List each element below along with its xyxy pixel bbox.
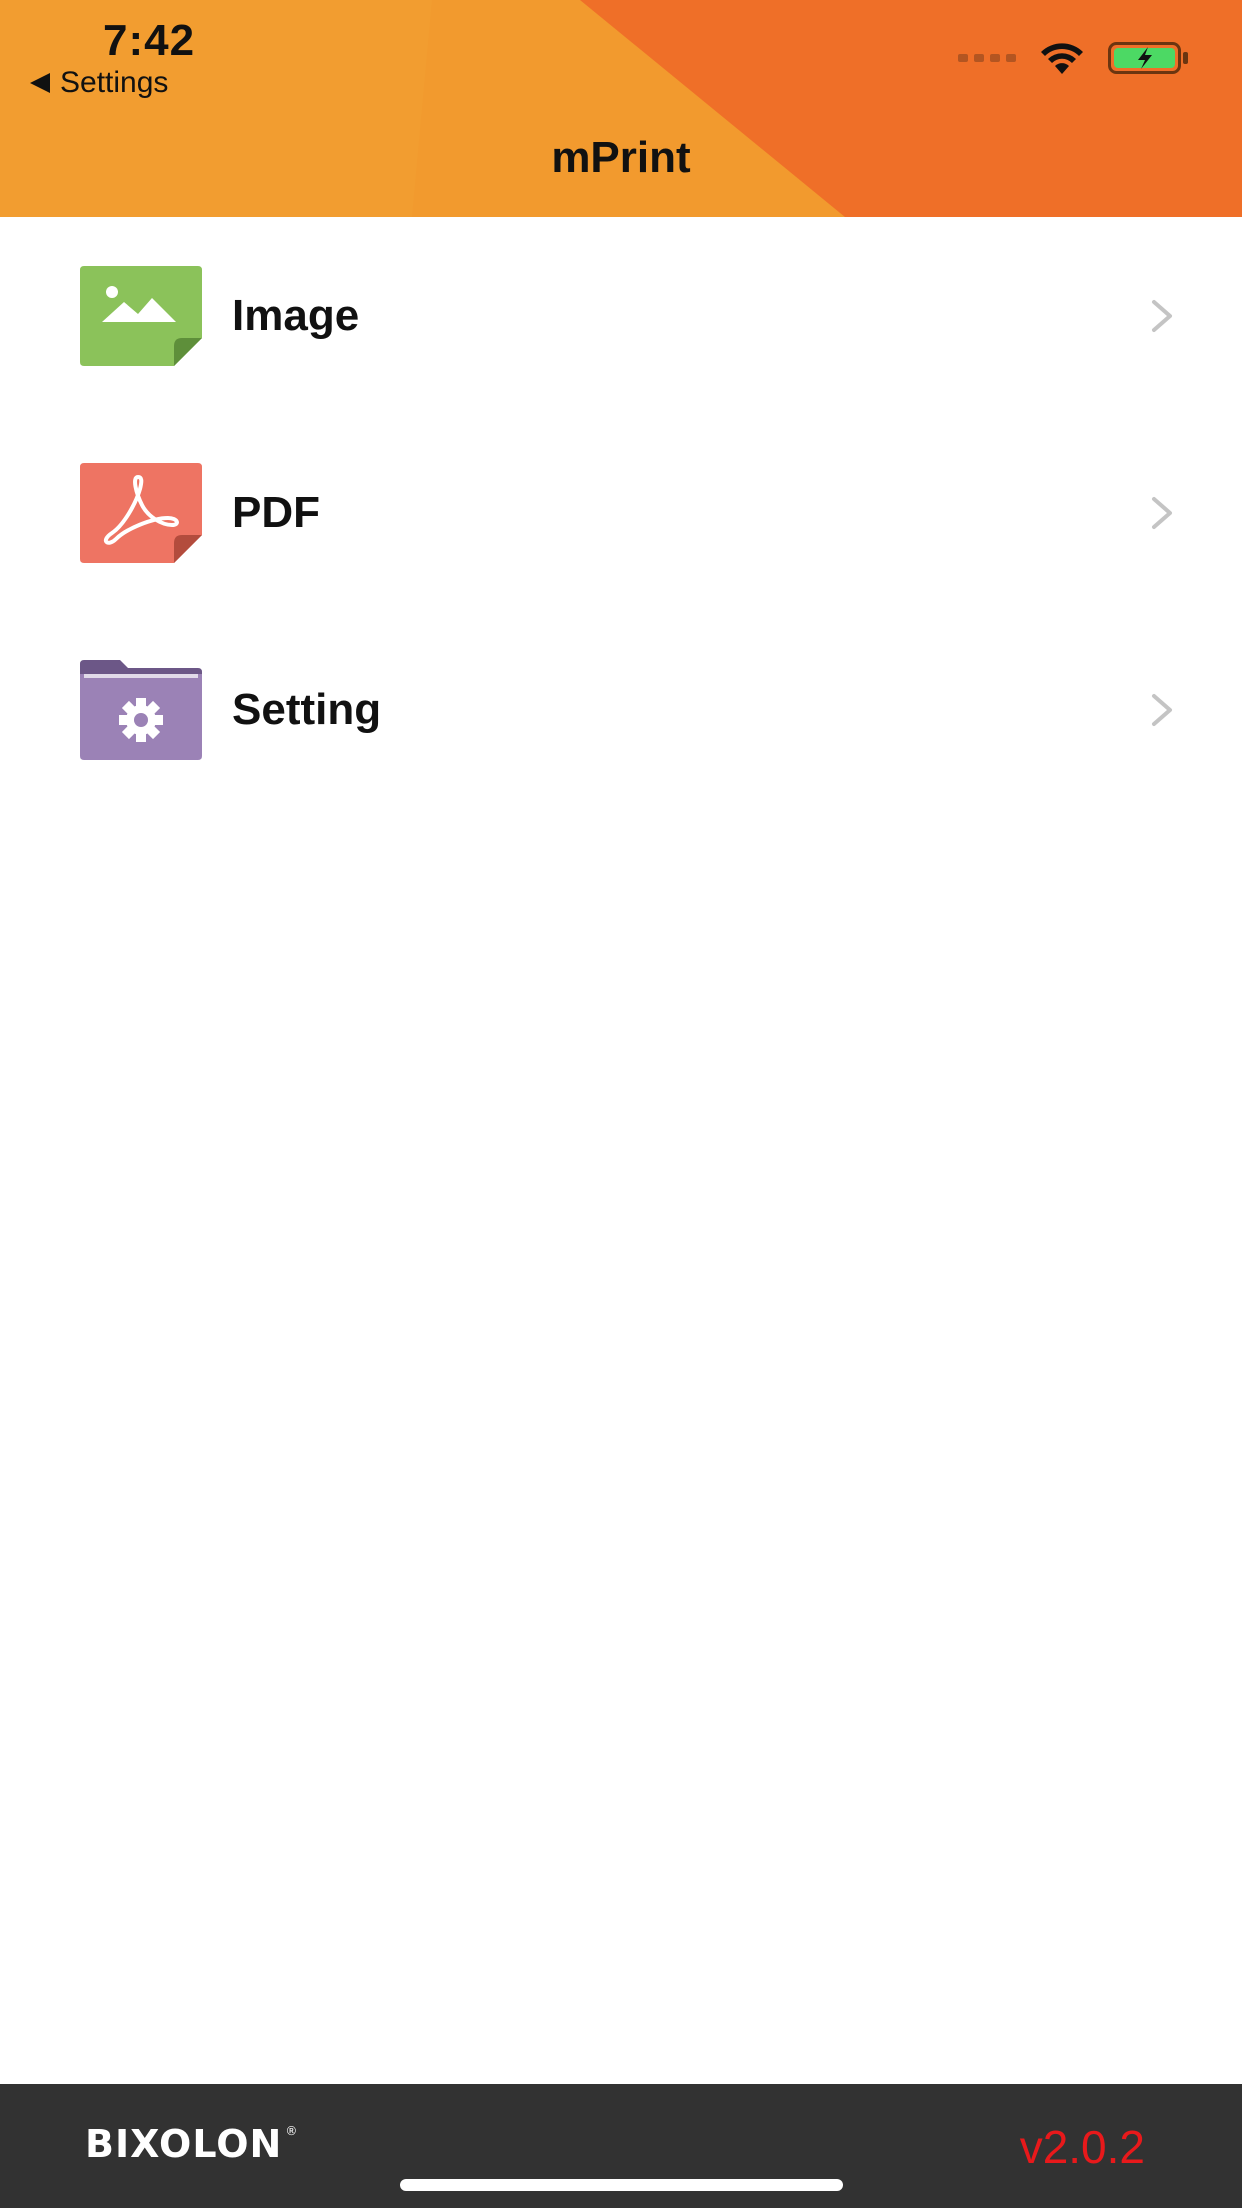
chevron-right-icon <box>1152 496 1172 529</box>
page-title: mPrint <box>551 133 691 182</box>
battery-charging-icon <box>1108 42 1188 74</box>
home-indicator[interactable] <box>400 2179 843 2191</box>
status-time: 7:42 <box>103 16 196 65</box>
bixolon-logo: BIXOLON ® <box>85 2122 298 2166</box>
status-indicators <box>958 40 1190 76</box>
back-to-settings-link[interactable]: Settings <box>30 66 168 100</box>
menu-item-setting[interactable]: Setting <box>0 611 1242 808</box>
registered-mark: ® <box>285 2124 299 2138</box>
back-label: Settings <box>60 66 169 99</box>
pdf-file-icon <box>80 462 202 563</box>
chevron-right-icon <box>1152 693 1172 726</box>
footer: BIXOLON ® v2.0.2 <box>0 2084 1242 2208</box>
menu-item-label: Image <box>232 290 360 340</box>
cellular-signal-dots-icon <box>958 54 1016 62</box>
menu-item-image[interactable]: Image <box>0 217 1242 414</box>
menu-item-label: PDF <box>232 487 320 537</box>
settings-folder-icon <box>80 659 202 760</box>
header: 7:42 Settings mPrint <box>0 0 1242 217</box>
back-arrow-icon <box>30 73 50 93</box>
wifi-icon <box>1041 43 1083 74</box>
version-label: v2.0.2 <box>1019 2121 1145 2173</box>
menu-item-label: Setting <box>232 684 382 734</box>
brand-name: BIXOLON <box>85 2122 283 2166</box>
chevron-right-icon <box>1152 299 1172 332</box>
menu-item-pdf[interactable]: PDF <box>0 414 1242 611</box>
image-file-icon <box>80 265 202 366</box>
app-screen: 7:42 Settings mPrint Image PDF Setting B… <box>0 0 1242 2208</box>
main-menu: Image PDF Setting <box>0 217 1242 808</box>
